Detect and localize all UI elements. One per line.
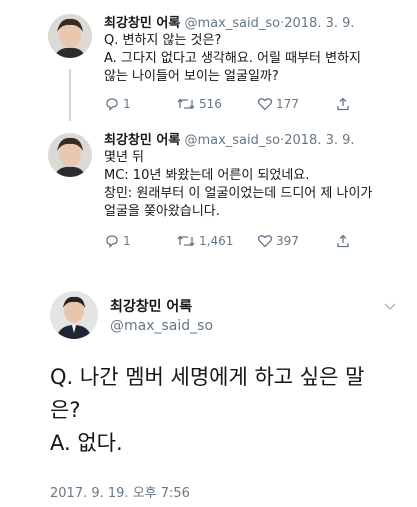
tweet-line: 창민: 원래부터 이 얼굴이었는데 드디어 제 나이가: [104, 186, 373, 201]
date[interactable]: 2018. 3. 9.: [284, 133, 354, 148]
handle[interactable]: @max_said_so: [110, 318, 213, 334]
reply-icon: [106, 235, 118, 248]
avatar[interactable]: [48, 14, 92, 58]
chevron-down-icon[interactable]: [384, 300, 396, 314]
display-name[interactable]: 최강창민 어록: [104, 16, 180, 31]
reply-button[interactable]: 1: [104, 234, 131, 248]
reply-count: 1: [123, 97, 131, 111]
avatar-photo-icon: [48, 14, 92, 58]
retweet-button[interactable]: 1,461: [176, 234, 233, 248]
tweet-actions: 1 1,461 397: [104, 234, 384, 250]
tweet-header: 최강창민 어록 @max_said_so·2018. 3. 9.: [104, 12, 355, 31]
tweet-text: 몇년 뒤 MC: 10년 봐왔는데 어른이 되었네요. 창민: 원래부터 이 얼…: [104, 149, 372, 221]
timestamp[interactable]: 2017. 9. 19. 오후 7:56: [50, 482, 190, 501]
avatar[interactable]: [48, 133, 92, 177]
like-count: 177: [276, 97, 299, 111]
tweet-line: 않는 나이들어 보이는 얼굴일까?: [104, 69, 279, 84]
tweet-header: 최강창민 어록 @max_said_so·2018. 3. 9.: [104, 129, 355, 148]
like-button[interactable]: 397: [257, 234, 299, 248]
avatar-photo-icon: [48, 133, 92, 177]
reply-icon: [106, 98, 118, 111]
retweet-count: 516: [199, 97, 222, 111]
thread-line: [69, 69, 71, 121]
tweet-text: Q. 변하지 않는 것은? A. 그다지 없다고 생각해요. 어릴 때부터 변하…: [104, 32, 361, 86]
handle[interactable]: @max_said_so: [184, 133, 280, 148]
tweet-line: MC: 10년 봐왔는데 어른이 되었네요.: [104, 168, 310, 183]
tweet-line: A. 없다.: [50, 431, 123, 455]
tweet-line: 몇년 뒤: [104, 150, 145, 165]
reply-button[interactable]: 1: [104, 97, 131, 111]
share-icon: [337, 97, 349, 111]
like-button[interactable]: 177: [257, 97, 299, 111]
retweet-button[interactable]: 516: [176, 97, 222, 111]
retweet-icon: [177, 235, 195, 247]
tweet-line: A. 그다지 없다고 생각해요. 어릴 때부터 변하지: [104, 51, 362, 66]
tweet-actions: 1 516 177: [104, 97, 384, 113]
display-name[interactable]: 최강창민 어록: [110, 296, 192, 316]
share-icon: [337, 234, 349, 248]
like-icon: [257, 98, 273, 111]
avatar-photo-icon: [50, 291, 98, 339]
date[interactable]: 2018. 3. 9.: [284, 16, 354, 31]
display-name[interactable]: 최강창민 어록: [104, 133, 180, 148]
share-button[interactable]: [336, 234, 350, 248]
share-button[interactable]: [336, 97, 350, 111]
avatar[interactable]: [50, 291, 98, 339]
retweet-icon: [177, 98, 195, 110]
tweet-line: 얼굴을 쫒아왔습니다.: [104, 204, 220, 219]
tweet-line: 은?: [50, 398, 81, 422]
tweet-text: Q. 나간 멤버 세명에게 하고 싶은 말 은? A. 없다.: [50, 361, 364, 460]
like-count: 397: [276, 234, 299, 248]
handle[interactable]: @max_said_so: [184, 16, 280, 31]
retweet-count: 1,461: [199, 234, 234, 248]
like-icon: [257, 235, 273, 248]
tweet-line: Q. 나간 멤버 세명에게 하고 싶은 말: [50, 365, 365, 389]
tweet-line: Q. 변하지 않는 것은?: [104, 33, 222, 48]
reply-count: 1: [123, 234, 131, 248]
